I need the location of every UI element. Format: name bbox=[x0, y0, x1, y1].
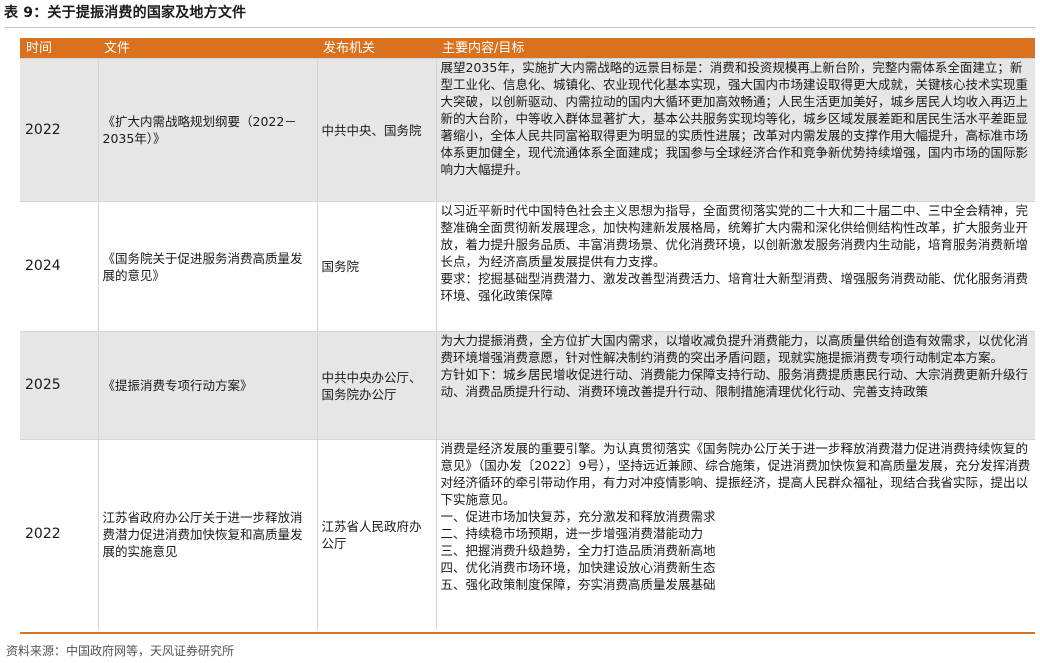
row-issuer: 国务院 bbox=[316, 201, 436, 332]
header-content: 主要内容/目标 bbox=[442, 40, 525, 56]
row-issuer: 江苏省人民政府办公厅 bbox=[316, 439, 436, 630]
content-list-item: 四、优化消费市场环境，加快建设放心消费新生态 bbox=[440, 560, 716, 575]
title-divider bbox=[4, 27, 1036, 28]
row-year: 2022 bbox=[20, 439, 98, 630]
header-document: 文件 bbox=[104, 40, 131, 56]
row-year: 2024 bbox=[20, 201, 98, 332]
row-document: 《提振消费专项行动方案》 bbox=[97, 331, 317, 440]
table-bottom-rule bbox=[20, 632, 1035, 634]
row-issuer: 中共中央、国务院 bbox=[316, 58, 436, 202]
row-issuer: 中共中央办公厅、国务院办公厅 bbox=[316, 331, 436, 440]
row-content: 以习近平新时代中国特色社会主义思想为指导，全面贯彻落实党的二十大和二十届二中、三… bbox=[435, 201, 1035, 332]
table-row: 2025 《提振消费专项行动方案》 中共中央办公厅、国务院办公厅 为大力提振消费… bbox=[20, 331, 1035, 440]
content-list-item: 一、促进市场加快复苏，充分激发和释放消费需求 bbox=[440, 509, 716, 524]
row-content: 为大力提振消费，全方位扩大国内需求，以增收减负提升消费能力，以高质量供给创造有效… bbox=[435, 331, 1035, 440]
content-list-item: 五、强化政策制度保障，夯实消费高质量发展基础 bbox=[440, 577, 716, 592]
content-list-item: 二、持续稳市场预期，进一步增强消费潜能动力 bbox=[440, 526, 704, 541]
content-paragraph: 以习近平新时代中国特色社会主义思想为指导，全面贯彻落实党的二十大和二十届二中、三… bbox=[440, 203, 1029, 269]
row-document: 《扩大内需战略规划纲要（2022－2035年）》 bbox=[97, 58, 317, 202]
table-row: 2022 《扩大内需战略规划纲要（2022－2035年）》 中共中央、国务院 展… bbox=[20, 58, 1035, 202]
table-row: 2024 《国务院关于促进服务消费高质量发展的意见》 国务院 以习近平新时代中国… bbox=[20, 201, 1035, 332]
content-list-item: 三、把握消费升级趋势，全力打造品质消费新高地 bbox=[440, 543, 716, 558]
header-time: 时间 bbox=[26, 40, 53, 56]
content-paragraph: 要求：挖掘基础型消费潜力、激发改善型消费活力、培育壮大新型消费、增强服务消费动能… bbox=[440, 271, 1029, 303]
content-paragraph: 为大力提振消费，全方位扩大国内需求，以增收减负提升消费能力，以高质量供给创造有效… bbox=[440, 333, 1029, 365]
header-issuer: 发布机关 bbox=[323, 40, 376, 56]
table-header-row: 时间 文件 发布机关 主要内容/目标 bbox=[20, 38, 1035, 59]
row-content: 展望2035年，实施扩大内需战略的远景目标是：消费和投资规模再上新台阶，完整内需… bbox=[435, 58, 1035, 202]
table-row: 2022 江苏省政府办公厅关于进一步释放消费潜力促进消费加快恢复和高质量发展的实… bbox=[20, 439, 1035, 630]
row-document: 江苏省政府办公厅关于进一步释放消费潜力促进消费加快恢复和高质量发展的实施意见 bbox=[97, 439, 317, 630]
row-year: 2025 bbox=[20, 331, 98, 440]
content-paragraph: 展望2035年，实施扩大内需战略的远景目标是：消费和投资规模再上新台阶，完整内需… bbox=[440, 60, 1029, 177]
content-paragraph: 方针如下：城乡居民增收促进行动、消费能力保障支持行动、服务消费提质惠民行动、大宗… bbox=[440, 367, 1029, 399]
source-note: 资料来源：中国政府网等，天风证券研究所 bbox=[6, 644, 235, 658]
policy-table: 时间 文件 发布机关 主要内容/目标 2022 《扩大内需战略规划纲要（2022… bbox=[20, 38, 1035, 630]
row-document: 《国务院关于促进服务消费高质量发展的意见》 bbox=[97, 201, 317, 332]
table-title: 表 9：关于提振消费的国家及地方文件 bbox=[4, 5, 247, 21]
row-content: 消费是经济发展的重要引擎。为认真贯彻落实《国务院办公厅关于进一步释放消费潜力促进… bbox=[435, 439, 1035, 630]
row-year: 2022 bbox=[20, 58, 98, 202]
content-paragraph: 消费是经济发展的重要引擎。为认真贯彻落实《国务院办公厅关于进一步释放消费潜力促进… bbox=[440, 441, 1031, 507]
